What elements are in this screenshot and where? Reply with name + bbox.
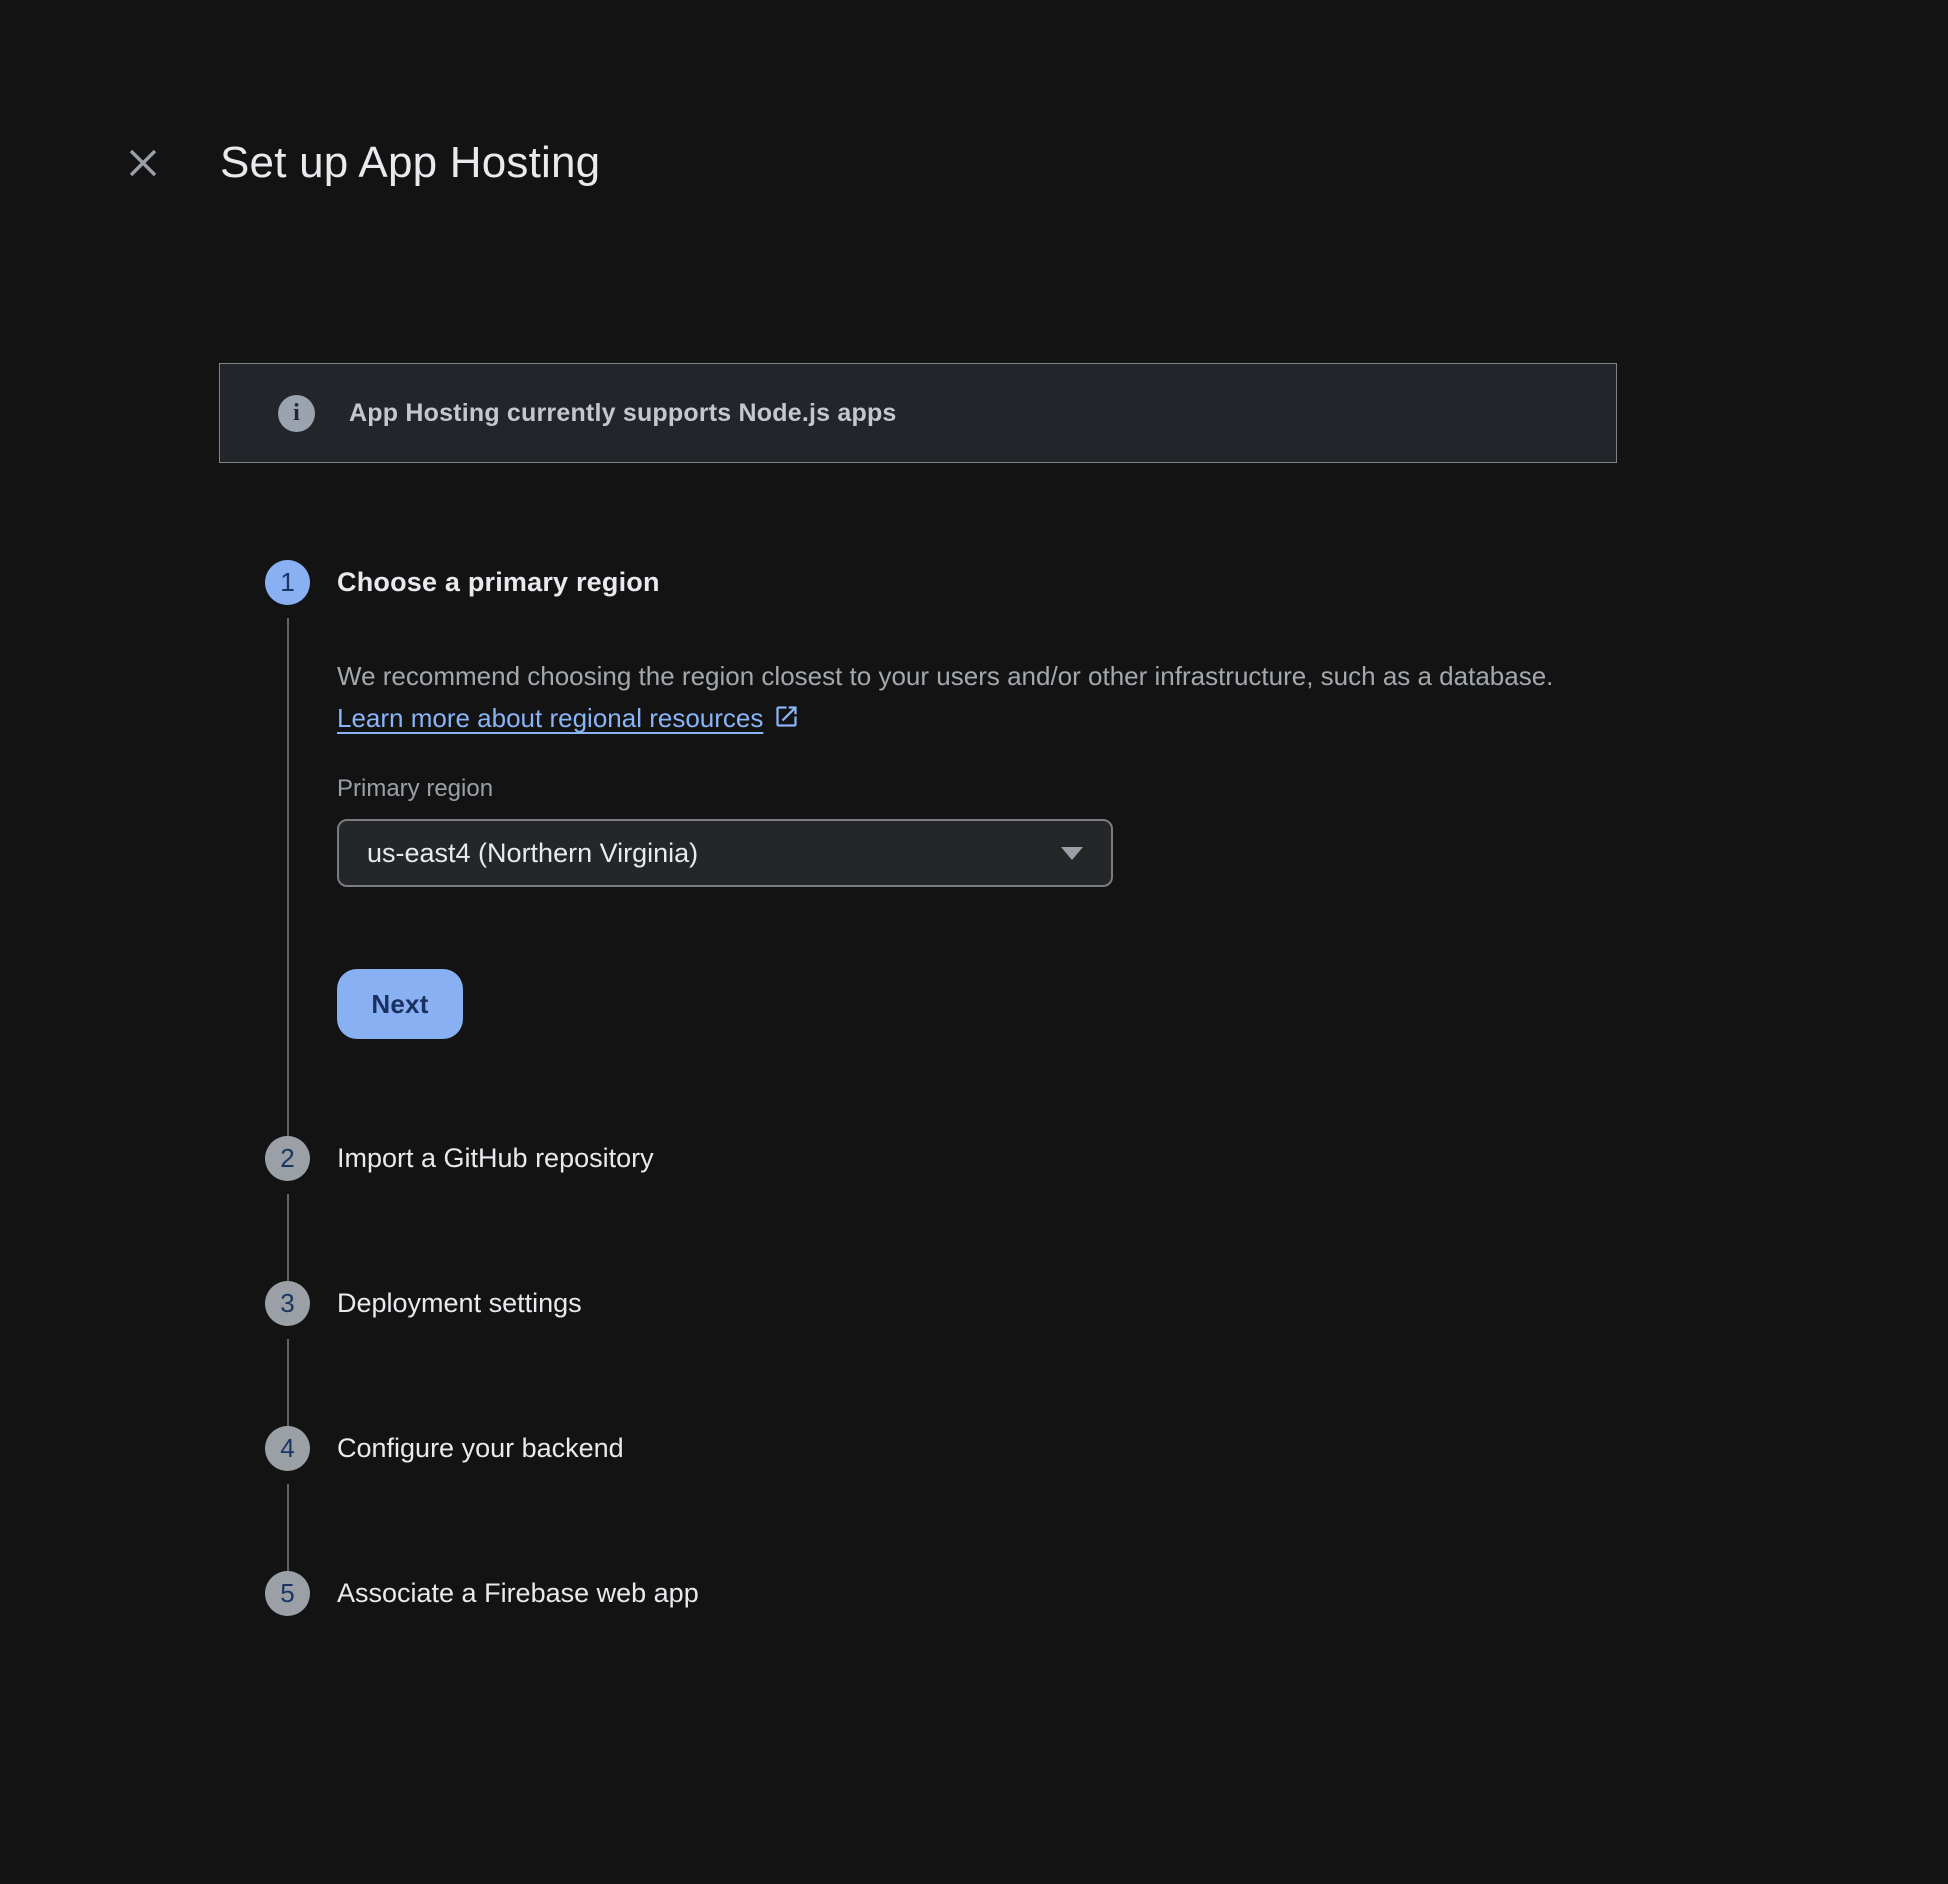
step-5-title: Associate a Firebase web app: [337, 1571, 1948, 1616]
step-deployment-settings: 3 Deployment settings: [265, 1281, 1948, 1426]
step-1-description: We recommend choosing the region closest…: [337, 655, 1577, 742]
info-icon: i: [278, 395, 315, 432]
primary-region-value: us-east4 (Northern Virginia): [367, 838, 698, 869]
step-3-title: Deployment settings: [337, 1281, 1948, 1326]
next-button[interactable]: Next: [337, 969, 463, 1039]
page-title: Set up App Hosting: [220, 138, 600, 188]
step-4-rail: 4: [265, 1426, 310, 1571]
step-4-number-badge: 4: [265, 1426, 310, 1471]
setup-app-hosting-dialog: Set up App Hosting i App Hosting current…: [0, 130, 1948, 1616]
step-5-rail: 5: [265, 1571, 310, 1616]
step-1-content: Choose a primary region We recommend cho…: [337, 560, 1948, 1136]
connector-line: [287, 1484, 289, 1571]
close-button[interactable]: [125, 145, 161, 181]
step-2-rail: 2: [265, 1136, 310, 1281]
step-3-rail: 3: [265, 1281, 310, 1426]
close-icon: [128, 148, 158, 178]
primary-region-label: Primary region: [337, 774, 1948, 804]
dropdown-arrow-icon: [1061, 847, 1083, 860]
step-associate-firebase-web-app: 5 Associate a Firebase web app: [265, 1571, 1948, 1616]
learn-more-link[interactable]: Learn more about regional resources: [337, 703, 763, 733]
info-banner: i App Hosting currently supports Node.js…: [219, 363, 1617, 463]
external-link-icon: [773, 700, 800, 742]
step-choose-primary-region: 1 Choose a primary region We recommend c…: [265, 560, 1948, 1136]
description-text: We recommend choosing the region closest…: [337, 661, 1553, 691]
primary-region-select[interactable]: us-east4 (Northern Virginia): [337, 819, 1113, 887]
step-1-rail: 1: [265, 560, 310, 1136]
step-2-number-badge: 2: [265, 1136, 310, 1181]
step-5-number-badge: 5: [265, 1571, 310, 1616]
step-1-number-badge: 1: [265, 560, 310, 605]
step-4-title: Configure your backend: [337, 1426, 1948, 1471]
connector-line: [287, 618, 289, 1136]
step-1-title: Choose a primary region: [337, 560, 1948, 605]
step-import-github-repository: 2 Import a GitHub repository: [265, 1136, 1948, 1281]
banner-message: App Hosting currently supports Node.js a…: [349, 399, 897, 428]
connector-line: [287, 1339, 289, 1426]
connector-line: [287, 1194, 289, 1281]
step-3-number-badge: 3: [265, 1281, 310, 1326]
step-2-title: Import a GitHub repository: [337, 1136, 1948, 1181]
dialog-header: Set up App Hosting: [125, 130, 1948, 196]
setup-stepper: 1 Choose a primary region We recommend c…: [265, 560, 1948, 1616]
step-configure-your-backend: 4 Configure your backend: [265, 1426, 1948, 1571]
